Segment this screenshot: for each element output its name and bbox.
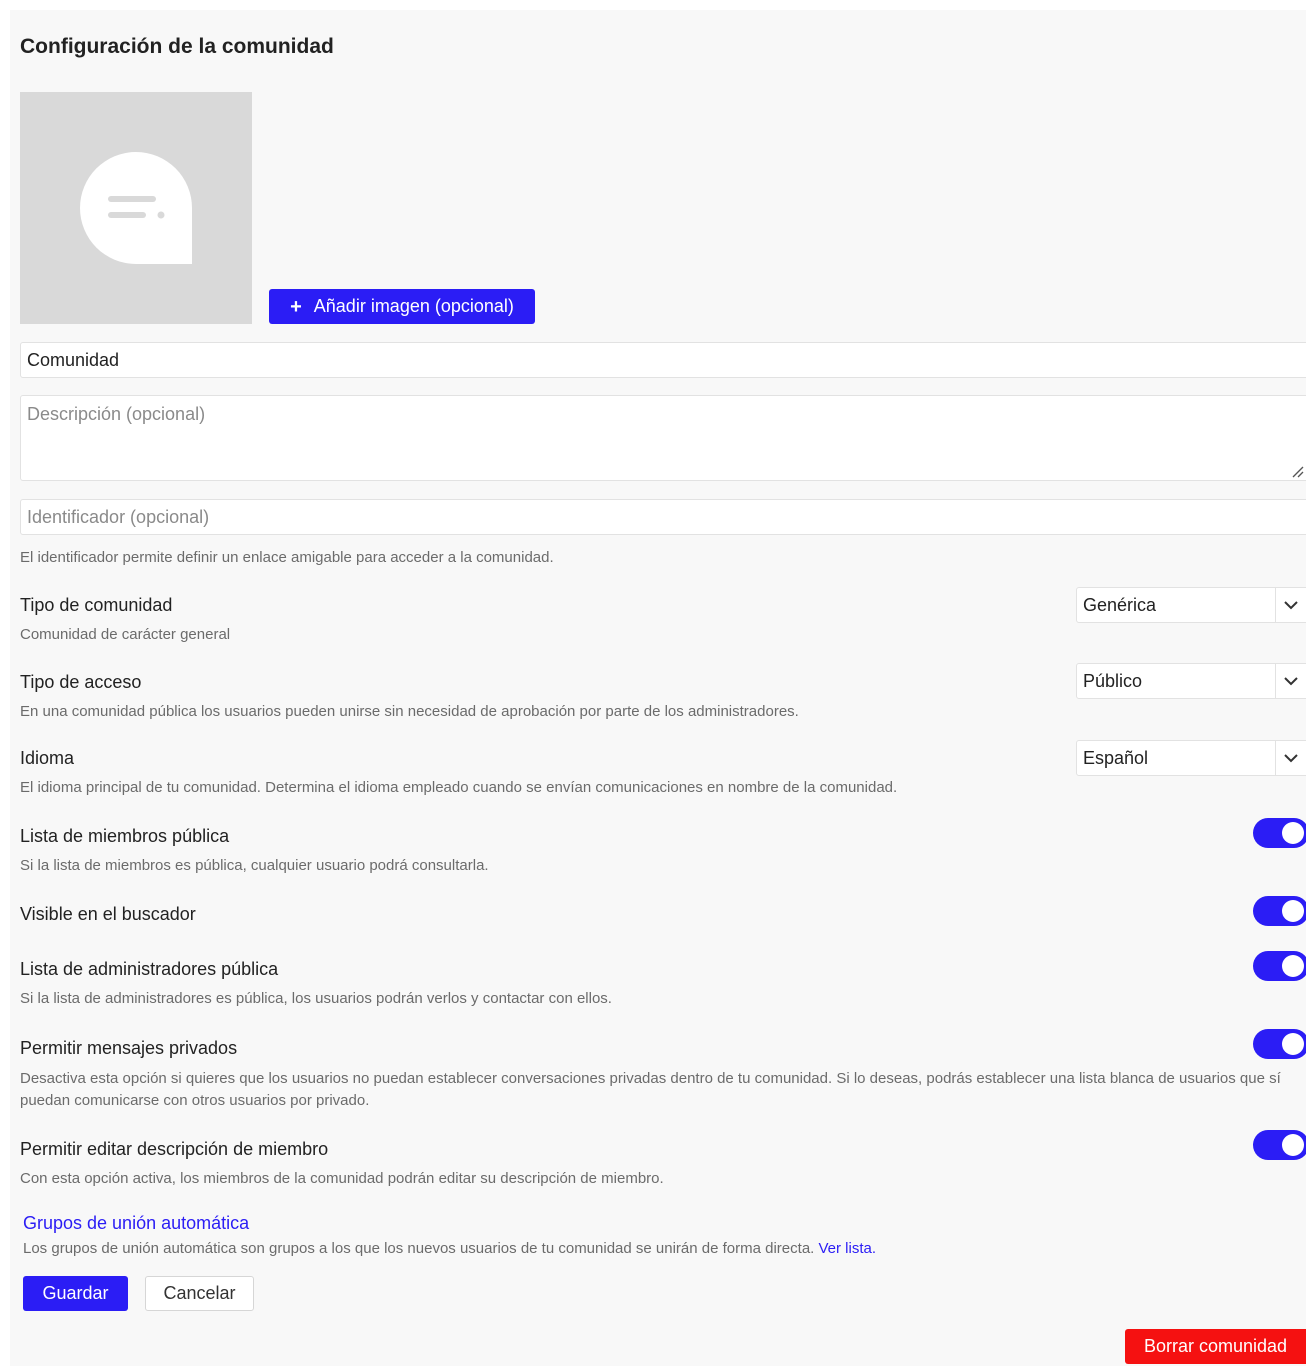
identifier-help: El identificador permite definir un enla…	[20, 549, 554, 566]
cancel-button[interactable]: Cancelar	[145, 1276, 254, 1311]
search-visible-label: Visible en el buscador	[20, 904, 196, 924]
toggle-knob	[1282, 1033, 1304, 1055]
language-help: El idioma principal de tu comunidad. Det…	[20, 779, 898, 796]
public-members-help: Si la lista de miembros es pública, cual…	[20, 857, 489, 874]
autojoin-groups-link[interactable]: Grupos de unión automática	[23, 1213, 249, 1234]
toggle-knob	[1282, 955, 1304, 977]
add-image-label: Añadir imagen (opcional)	[313, 296, 514, 316]
edit-description-label: Permitir editar descripción de miembro	[20, 1139, 329, 1159]
chevron-down-icon	[1275, 588, 1305, 622]
page-title: Configuración de la comunidad	[20, 35, 334, 58]
community-type-help: Comunidad de carácter general	[20, 626, 231, 643]
toggle-knob	[1282, 900, 1304, 922]
access-type-select[interactable]: Público	[1076, 663, 1306, 699]
community-type-label: Tipo de comunidad	[20, 595, 173, 615]
toggle-knob	[1282, 1134, 1304, 1156]
add-image-button[interactable]: + Añadir imagen (opcional)	[269, 289, 535, 324]
edit-description-help: Con esta opción activa, los miembros de …	[20, 1170, 664, 1187]
view-list-link[interactable]: Ver lista.	[819, 1240, 877, 1257]
community-type-select[interactable]: Genérica	[1076, 587, 1306, 623]
chevron-down-icon	[1275, 664, 1305, 698]
public-admins-toggle[interactable]	[1253, 951, 1306, 981]
autojoin-text: Los grupos de unión automática son grupo…	[23, 1240, 819, 1257]
community-name-input[interactable]	[20, 342, 1306, 378]
private-messages-help: Desactiva esta opción si quieres que los…	[20, 1070, 1281, 1109]
search-visible-toggle[interactable]	[1253, 896, 1306, 926]
save-button[interactable]: Guardar	[23, 1276, 128, 1311]
delete-community-button[interactable]: Borrar comunidad	[1125, 1329, 1306, 1364]
language-value: Español	[1083, 747, 1149, 768]
chat-bubble-icon	[80, 152, 192, 264]
private-messages-toggle[interactable]	[1253, 1029, 1306, 1059]
chevron-down-icon	[1275, 741, 1305, 775]
private-messages-label: Permitir mensajes privados	[20, 1038, 238, 1058]
toggle-knob	[1282, 822, 1304, 844]
identifier-input[interactable]	[20, 499, 1306, 535]
description-textarea[interactable]	[20, 395, 1306, 481]
public-admins-label: Lista de administradores pública	[20, 959, 279, 979]
access-type-value: Público	[1083, 670, 1143, 691]
public-admins-help: Si la lista de administradores es públic…	[20, 990, 612, 1007]
community-type-value: Genérica	[1083, 594, 1157, 615]
public-members-label: Lista de miembros pública	[20, 826, 230, 846]
public-members-toggle[interactable]	[1253, 818, 1306, 848]
community-image-placeholder	[20, 92, 252, 324]
language-label: Idioma	[20, 748, 75, 768]
resize-grip-icon[interactable]	[1290, 464, 1304, 478]
autojoin-description: Los grupos de unión automática son grupo…	[23, 1240, 876, 1257]
access-type-help: En una comunidad pública los usuarios pu…	[20, 703, 799, 720]
plus-icon: +	[290, 295, 302, 318]
edit-description-toggle[interactable]	[1253, 1130, 1306, 1160]
language-select[interactable]: Español	[1076, 740, 1306, 776]
access-type-label: Tipo de acceso	[20, 672, 142, 692]
